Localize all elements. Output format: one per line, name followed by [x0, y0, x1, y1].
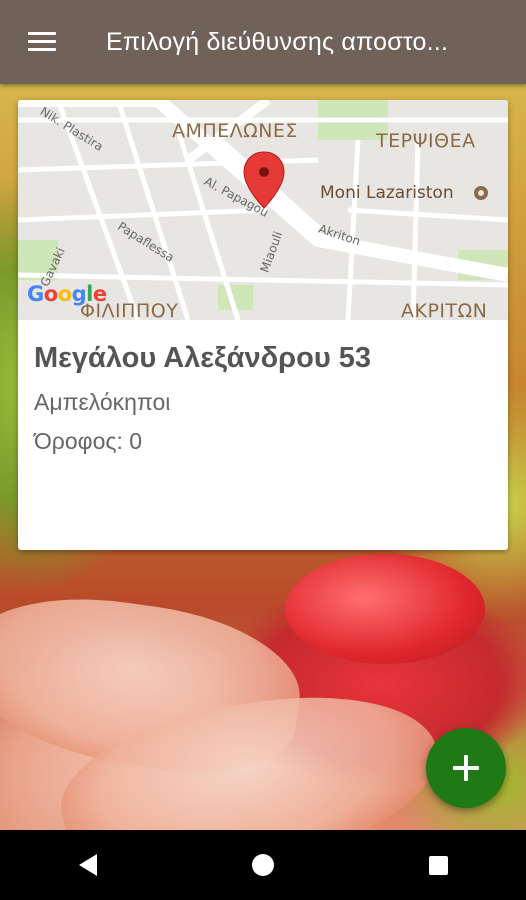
back-icon	[78, 854, 97, 876]
add-address-button[interactable]	[426, 728, 506, 808]
address-card[interactable]: ΑΜΠΕΛΩΝΕΣ ΤΕΡΨΙΘΕΑ ΦΙΛΙΠΠΟΥ ΑΚΡΙΤΩΝ Nik.…	[18, 100, 508, 550]
app-bar: Επιλογή διεύθυνσης αποστο...	[0, 0, 526, 84]
nav-back-button[interactable]	[58, 835, 118, 895]
nav-home-button[interactable]	[233, 835, 293, 895]
home-icon	[251, 854, 274, 876]
address-floor: Όροφος: 0	[34, 428, 143, 454]
map-preview[interactable]: ΑΜΠΕΛΩΝΕΣ ΤΕΡΨΙΘΕΑ ΦΙΛΙΠΠΟΥ ΑΚΡΙΤΩΝ Nik.…	[18, 100, 508, 320]
menu-button[interactable]	[0, 0, 84, 84]
map-poi-label: Moni Lazariston	[320, 183, 454, 203]
recents-icon	[428, 855, 448, 875]
page-title: Επιλογή διεύθυνσης αποστο...	[106, 27, 449, 56]
map-area-label: ΤΕΡΨΙΘΕΑ	[376, 130, 476, 152]
system-nav-bar	[0, 830, 526, 900]
address-details: Μεγάλου Αλεξάνδρου 53 Αμπελόκηποι Όροφος…	[18, 320, 508, 455]
google-logo: Google	[27, 282, 107, 306]
plus-icon	[453, 755, 479, 781]
map-area-label: ΑΜΠΕΛΩΝΕΣ	[172, 120, 298, 142]
address-street: Μεγάλου Αλεξάνδρου 53	[34, 342, 372, 374]
background-pepper	[285, 554, 485, 664]
nav-recents-button[interactable]	[408, 835, 468, 895]
map-area-label: ΑΚΡΙΤΩΝ	[401, 300, 488, 320]
address-area: Αμπελόκηποι	[34, 389, 171, 415]
hamburger-menu-icon	[28, 32, 56, 52]
